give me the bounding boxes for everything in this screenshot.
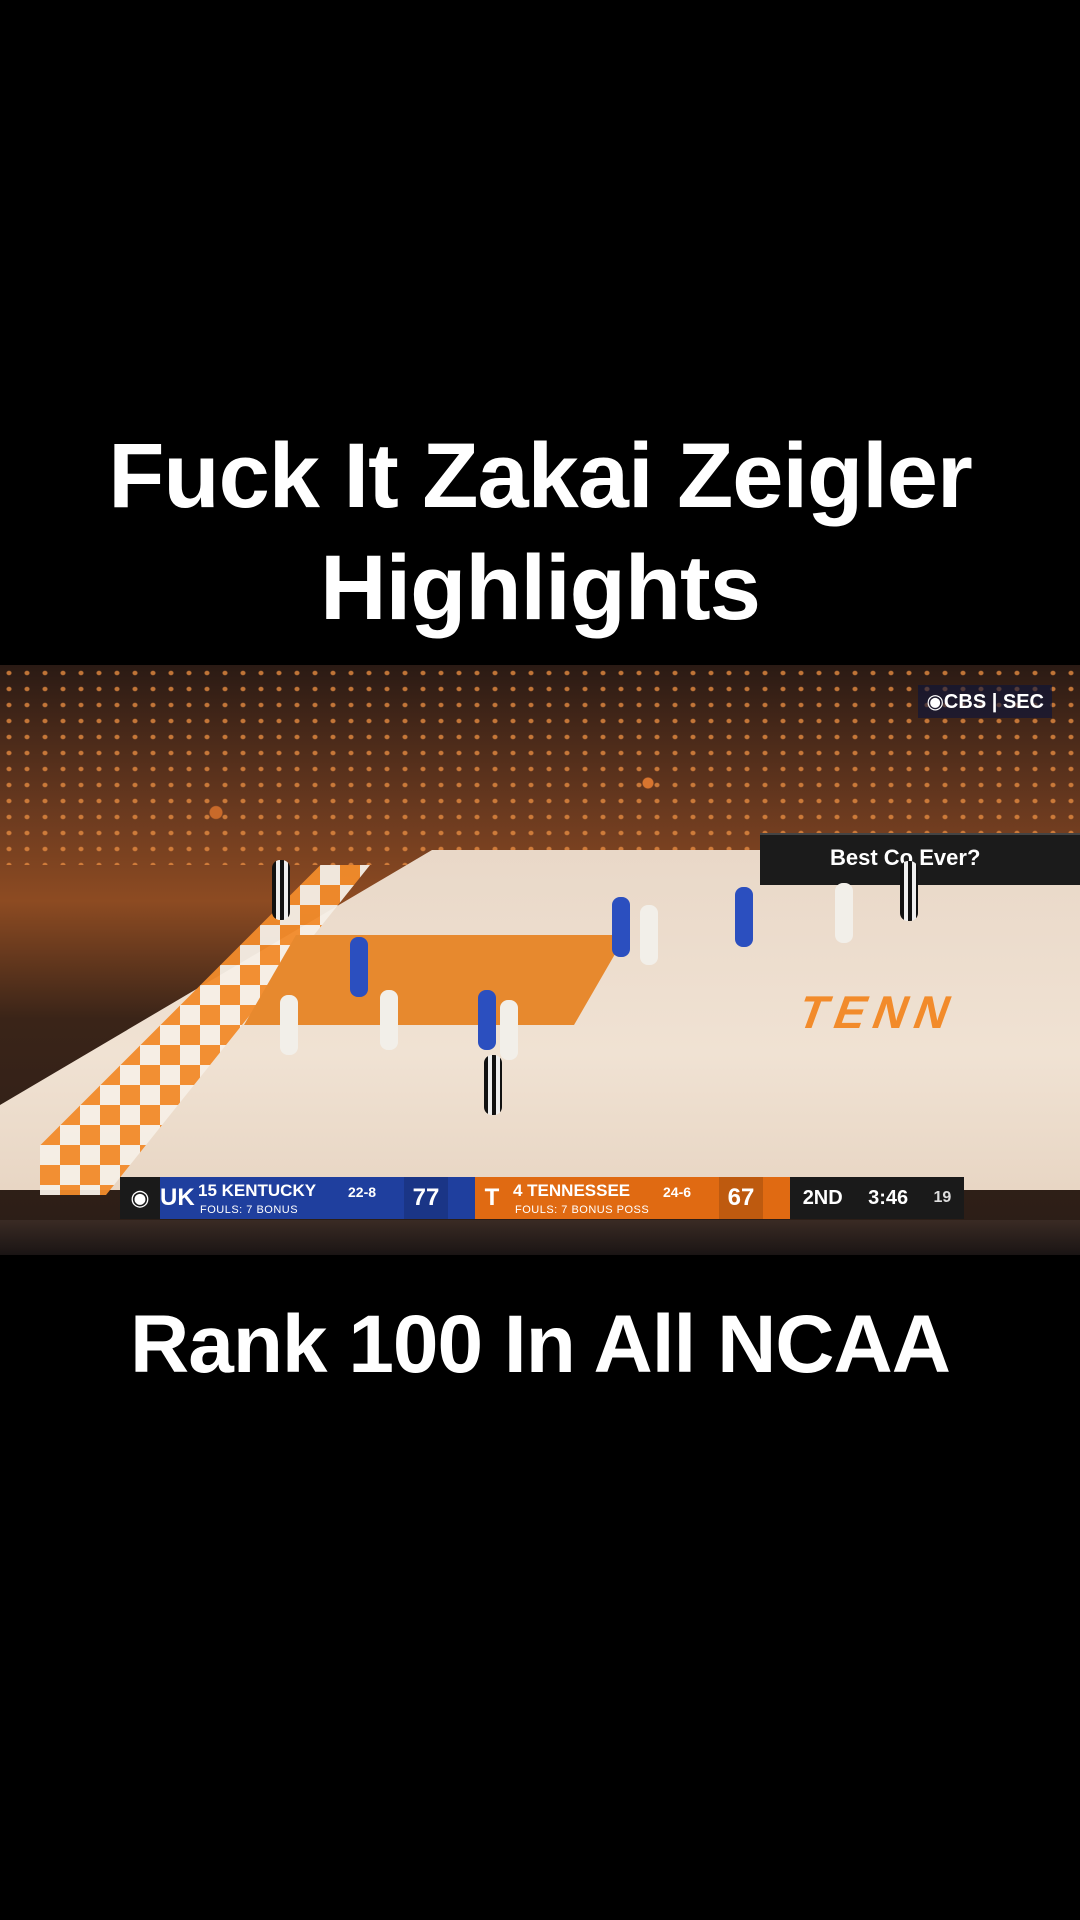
home-team-record: 24-6: [663, 1184, 692, 1200]
period: 2ND: [802, 1186, 843, 1209]
clock-time: 3:46: [868, 1186, 909, 1209]
top-caption: Fuck It Zakai Zeigler Highlights: [40, 420, 1040, 644]
player-tennessee: [835, 883, 853, 943]
home-team-score: 67: [719, 1177, 763, 1219]
network-bug: ◉CBS | SEC: [918, 685, 1052, 718]
player-tennessee: [640, 905, 658, 965]
away-team: UK 15 KENTUCKY 22-8 77 FOULS: 7 BONUS: [160, 1177, 475, 1219]
away-team-score: 77: [404, 1177, 448, 1219]
player-kentucky: [735, 887, 753, 947]
video-frame[interactable]: TENN Best Co Ever? ◉CBS | SEC ◉ UK 15 KE…: [0, 665, 1080, 1255]
tennessee-logo-icon: T: [484, 1184, 500, 1211]
cbs-eye-icon: ◉: [120, 1177, 160, 1219]
caption-line-2: Highlights: [320, 537, 761, 639]
away-team-fouls: FOULS: 7 BONUS: [200, 1204, 299, 1216]
player-tennessee: [500, 1000, 518, 1060]
foreground-crowd: [0, 1220, 1080, 1255]
home-team-fouls: FOULS: 7 BONUS POSS: [515, 1204, 650, 1216]
caption-line-1: Fuck It Zakai Zeigler: [108, 425, 973, 527]
referee: [272, 860, 290, 920]
referee: [900, 861, 918, 921]
court-paint: [244, 935, 626, 1025]
court-lettering: TENN: [790, 986, 967, 1038]
player-tennessee: [380, 990, 398, 1050]
kentucky-logo-icon: UK: [160, 1184, 195, 1211]
away-team-record: 22-8: [348, 1184, 377, 1200]
home-team-name: 4 TENNESSEE: [513, 1181, 631, 1200]
game-clock: 2ND 3:46 19: [790, 1177, 964, 1219]
player-kentucky: [612, 897, 630, 957]
player-kentucky: [478, 990, 496, 1050]
scorebug: ◉ UK 15 KENTUCKY 22-8 77 FOULS: 7 BONUS …: [120, 1177, 964, 1219]
ad-board: Best Co Ever?: [760, 833, 1080, 885]
player-tennessee: [280, 995, 298, 1055]
referee: [484, 1055, 502, 1115]
away-team-name: 15 KENTUCKY: [198, 1181, 317, 1200]
player-kentucky: [350, 937, 368, 997]
bottom-caption: Rank 100 In All NCAA: [130, 1299, 951, 1390]
home-team: T 4 TENNESSEE 24-6 67 FOULS: 7 BONUS POS…: [475, 1177, 790, 1219]
shot-clock: 19: [933, 1189, 952, 1206]
